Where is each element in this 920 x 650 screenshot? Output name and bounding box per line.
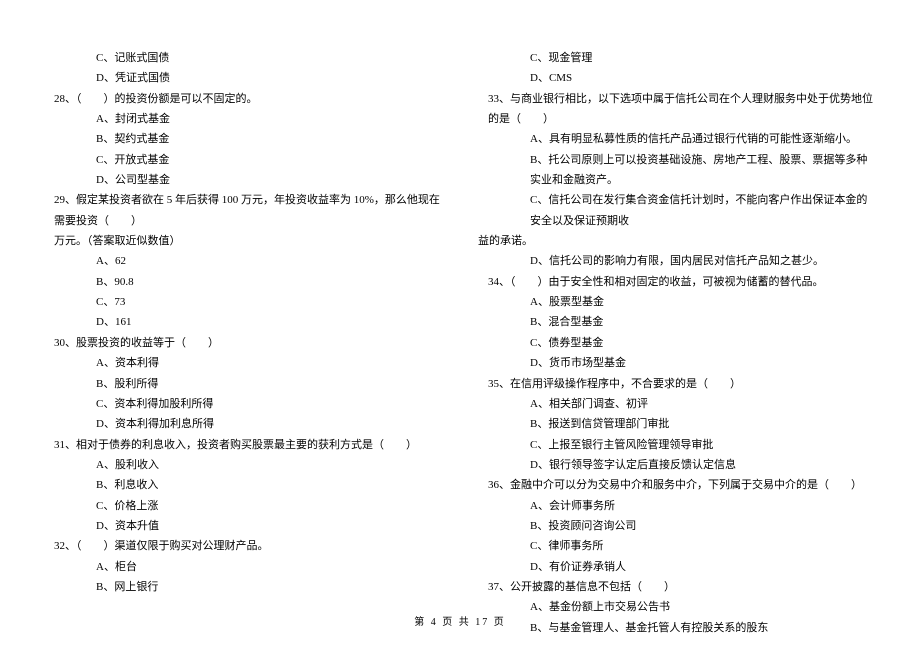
- q33-option-b: B、托公司原则上可以投资基础设施、房地产工程、股票、票据等多种实业和金融资产。: [478, 150, 876, 191]
- q30-option-c: C、资本利得加股利所得: [44, 394, 442, 414]
- q36-option-b: B、投资顾问咨询公司: [478, 516, 876, 536]
- q28-stem: 28、（ ）的投资份额是可以不固定的。: [44, 89, 442, 109]
- q28-option-b: B、契约式基金: [44, 129, 442, 149]
- q29-option-c: C、73: [44, 292, 442, 312]
- q31-option-b: B、利息收入: [44, 475, 442, 495]
- q31-option-c: C、价格上涨: [44, 496, 442, 516]
- page-content: C、记账式国债 D、凭证式国债 28、（ ）的投资份额是可以不固定的。 A、封闭…: [0, 0, 920, 638]
- q29-stem-line1: 29、假定某投资者欲在 5 年后获得 100 万元，年投资收益率为 10%，那么…: [44, 190, 442, 231]
- q32-option-b: B、网上银行: [44, 577, 442, 597]
- q29-option-b: B、90.8: [44, 272, 442, 292]
- q31-stem: 31、相对于债券的利息收入，投资者购买股票最主要的获利方式是（ ）: [44, 435, 442, 455]
- q30-option-d: D、资本利得加利息所得: [44, 414, 442, 434]
- q35-option-c: C、上报至银行主管风险管理领导审批: [478, 435, 876, 455]
- q34-option-b: B、混合型基金: [478, 312, 876, 332]
- q32-option-d: D、CMS: [478, 68, 876, 88]
- q30-option-a: A、资本利得: [44, 353, 442, 373]
- q30-option-b: B、股利所得: [44, 374, 442, 394]
- q35-option-a: A、相关部门调查、初评: [478, 394, 876, 414]
- q29-stem-line2: 万元。（答案取近似数值）: [44, 231, 442, 251]
- q27-option-c: C、记账式国债: [44, 48, 442, 68]
- q35-stem: 35、在信用评级操作程序中，不合要求的是（ ）: [478, 374, 876, 394]
- q37-stem: 37、公开披露的基信息不包括（ ）: [478, 577, 876, 597]
- q27-option-d: D、凭证式国债: [44, 68, 442, 88]
- q32-option-a: A、柜台: [44, 557, 442, 577]
- q30-stem: 30、股票投资的收益等于（ ）: [44, 333, 442, 353]
- q33-stem: 33、与商业银行相比，以下选项中属于信托公司在个人理财服务中处于优势地位的是（ …: [478, 89, 876, 130]
- q35-option-b: B、报送到信贷管理部门审批: [478, 414, 876, 434]
- q33-option-a: A、具有明显私募性质的信托产品通过银行代销的可能性逐渐缩小。: [478, 129, 876, 149]
- q33-option-c-line1: C、信托公司在发行集合资金信托计划时，不能向客户作出保证本金的安全以及保证预期收: [478, 190, 876, 231]
- q33-option-d: D、信托公司的影响力有限，国内居民对信托产品知之甚少。: [478, 251, 876, 271]
- q28-option-d: D、公司型基金: [44, 170, 442, 190]
- left-column: C、记账式国债 D、凭证式国债 28、（ ）的投资份额是可以不固定的。 A、封闭…: [44, 48, 460, 638]
- q34-option-a: A、股票型基金: [478, 292, 876, 312]
- q34-stem: 34、（ ）由于安全性和相对固定的收益，可被视为储蓄的替代品。: [478, 272, 876, 292]
- q28-option-c: C、开放式基金: [44, 150, 442, 170]
- page-footer: 第 4 页 共 17 页: [0, 614, 920, 633]
- q36-option-c: C、律师事务所: [478, 536, 876, 556]
- q36-stem: 36、金融中介可以分为交易中介和服务中介，下列属于交易中介的是（ ）: [478, 475, 876, 495]
- q33-option-c-line2: 益的承诺。: [478, 231, 876, 251]
- q31-option-a: A、股利收入: [44, 455, 442, 475]
- q31-option-d: D、资本升值: [44, 516, 442, 536]
- q29-option-a: A、62: [44, 251, 442, 271]
- q35-option-d: D、银行领导签字认定后直接反馈认定信息: [478, 455, 876, 475]
- q28-option-a: A、封闭式基金: [44, 109, 442, 129]
- right-column: C、现金管理 D、CMS 33、与商业银行相比，以下选项中属于信托公司在个人理财…: [460, 48, 876, 638]
- q29-option-d: D、161: [44, 312, 442, 332]
- q32-stem: 32、（ ）渠道仅限于购买对公理财产品。: [44, 536, 442, 556]
- q34-option-d: D、货币市场型基金: [478, 353, 876, 373]
- q32-option-c: C、现金管理: [478, 48, 876, 68]
- q36-option-a: A、会计师事务所: [478, 496, 876, 516]
- q36-option-d: D、有价证券承销人: [478, 557, 876, 577]
- q34-option-c: C、债券型基金: [478, 333, 876, 353]
